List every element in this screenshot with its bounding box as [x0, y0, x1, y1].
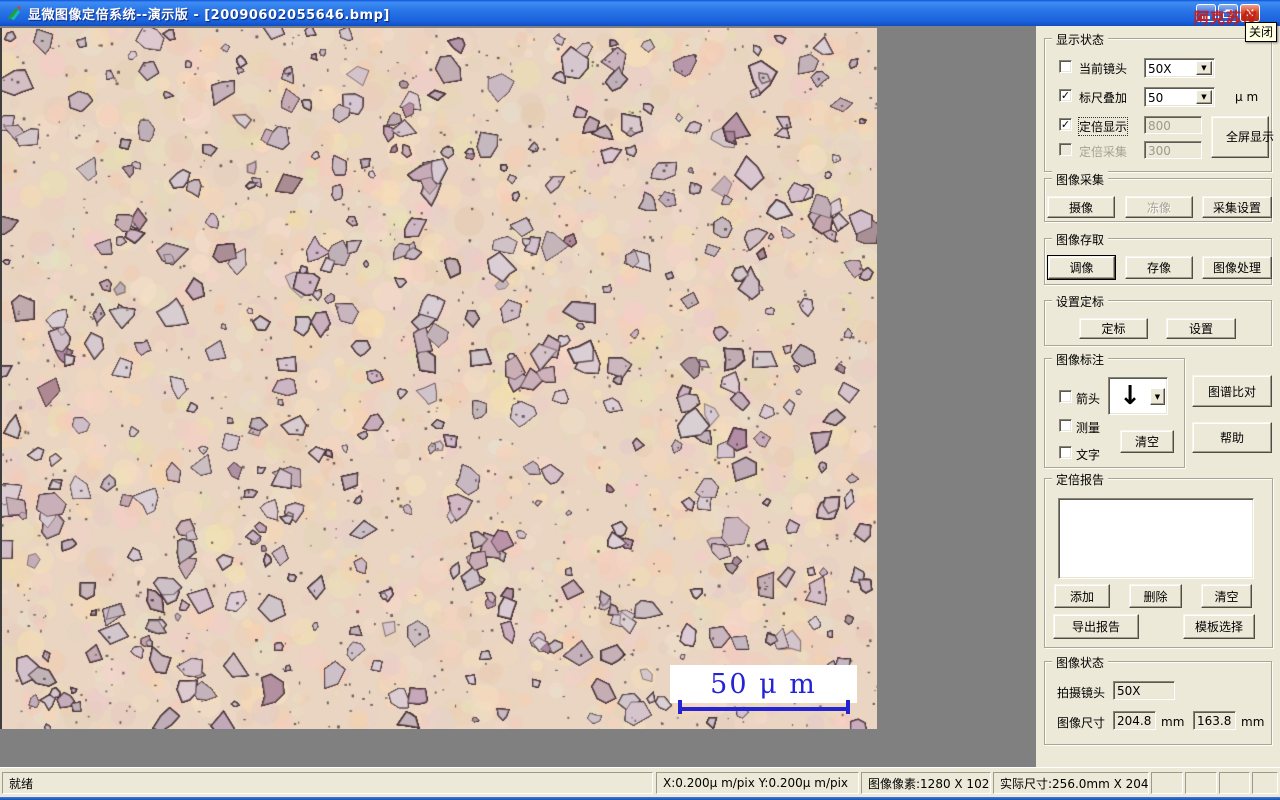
label-ruler-unit: μ m	[1235, 90, 1259, 104]
help-button[interactable]: 帮助	[1192, 422, 1272, 453]
label-fixed-capture: 定倍采集	[1079, 145, 1128, 159]
close-button[interactable]: ✕	[1240, 4, 1260, 22]
status-ready: 就绪	[2, 772, 653, 794]
fullscreen-button[interactable]: 全屏显示	[1211, 116, 1275, 158]
close-icon: ✕	[1244, 6, 1256, 20]
control-panel: 显示状态 当前镜头 50X ✓ 标尺叠加 50 μ m ✓ 定倍显示 800	[1036, 26, 1280, 767]
group-image-status: 图像状态 拍摄镜头 50X 图像尺寸 204.8 mm 163.8 mm	[1044, 654, 1272, 745]
input-fixed-capture: 300	[1144, 141, 1202, 159]
scalebar-line	[678, 707, 850, 711]
checkbox-text[interactable]	[1059, 446, 1072, 459]
atlas-compare-button[interactable]: 图谱比对	[1192, 375, 1272, 407]
report-clear-button[interactable]: 清空	[1201, 584, 1252, 608]
combo-current-lens[interactable]: 50X	[1144, 58, 1215, 78]
group-image-status-title: 图像状态	[1052, 654, 1109, 671]
label-arrow: 箭头	[1076, 392, 1101, 406]
status-pixel-scale: X:0.200μ m/pix Y:0.200μ m/pix	[656, 772, 859, 794]
group-display-status: 显示状态 当前镜头 50X ✓ 标尺叠加 50 μ m ✓ 定倍显示 800	[1044, 31, 1275, 172]
checkbox-measure[interactable]	[1059, 419, 1072, 432]
group-annotation: 图像标注 箭头 测量 文字 ↓ 清空	[1044, 351, 1185, 468]
status-empty-cell	[1252, 772, 1278, 794]
group-image-storage-title: 图像存取	[1052, 231, 1109, 248]
microscope-image[interactable]: 50 μ m	[2, 28, 877, 729]
input-fixed-display: 800	[1144, 116, 1202, 134]
group-image-capture: 图像采集 摄像 冻像 采集设置	[1044, 171, 1272, 222]
status-empty-cell	[1185, 772, 1217, 794]
status-image-pixels: 图像像素:1280 X 1024	[861, 772, 991, 794]
image-processing-button[interactable]: 图像处理	[1202, 256, 1272, 279]
group-report: 定倍报告 添加 删除 清空 导出报告 模板选择	[1044, 471, 1273, 648]
window-title: 显微图像定倍系统--演示版 - [20090602055646.bmp]	[28, 7, 390, 23]
label-capture-lens: 拍摄镜头	[1057, 686, 1106, 700]
client-area: 50 μ m 显示状态 当前镜头 50X ✓ 标尺叠加 50	[0, 26, 1280, 767]
image-width-field: 204.8	[1113, 711, 1156, 730]
capture-settings-button[interactable]: 采集设置	[1202, 196, 1272, 218]
report-add-button[interactable]: 添加	[1054, 584, 1110, 608]
checkbox-arrow[interactable]	[1059, 390, 1072, 403]
settings-button[interactable]: 设置	[1166, 318, 1236, 339]
group-image-storage: 图像存取 调像 存像 图像处理	[1044, 231, 1272, 285]
freeze-button: 冻像	[1125, 196, 1193, 218]
checkbox-current-lens[interactable]	[1059, 60, 1072, 73]
label-measure: 测量	[1076, 421, 1101, 435]
arrow-style-combo[interactable]: ↓	[1108, 377, 1168, 415]
calibrate-button[interactable]: 定标	[1079, 318, 1148, 339]
app-icon	[8, 6, 21, 20]
combo-dropdown-icon[interactable]	[1196, 61, 1212, 75]
checkbox-fixed-display[interactable]: ✓	[1059, 118, 1072, 131]
check-mark: ✓	[1060, 88, 1071, 102]
image-height-field: 163.8	[1193, 711, 1236, 730]
status-actual-size: 实际尺寸:256.0mm X 204.8mm	[993, 772, 1149, 794]
label-fixed-display: 定倍显示	[1077, 117, 1129, 136]
combo-ruler-size[interactable]: 50	[1144, 87, 1215, 107]
micrograph-canvas	[2, 28, 877, 729]
group-report-title: 定倍报告	[1052, 471, 1109, 488]
restore-icon	[1223, 10, 1231, 18]
status-empty-cell	[1219, 772, 1250, 794]
load-image-button[interactable]: 调像	[1047, 255, 1116, 280]
label-current-lens: 当前镜头	[1079, 62, 1128, 76]
scalebar-tick-right	[846, 700, 850, 714]
group-calibration: 设置定标 定标 设置	[1044, 293, 1272, 346]
shoot-button[interactable]: 摄像	[1047, 196, 1115, 218]
image-viewport: 50 μ m	[0, 26, 1036, 767]
combo-dropdown-icon[interactable]	[1196, 90, 1212, 104]
checkbox-fixed-capture	[1059, 143, 1072, 156]
close-tooltip: 关闭	[1245, 22, 1278, 42]
scalebar: 50 μ m	[670, 665, 857, 703]
combo-dropdown-icon[interactable]	[1150, 388, 1165, 405]
status-bar: 就绪 X:0.200μ m/pix Y:0.200μ m/pix 图像像素:12…	[0, 767, 1280, 797]
report-listbox[interactable]	[1058, 498, 1254, 579]
minimize-icon	[1202, 15, 1210, 19]
group-annotation-title: 图像标注	[1052, 351, 1109, 368]
group-calibration-title: 设置定标	[1052, 293, 1109, 310]
save-image-button[interactable]: 存像	[1125, 256, 1193, 279]
label-image-size: 图像尺寸	[1057, 716, 1106, 730]
label-height-unit: mm	[1241, 715, 1265, 729]
restore-button[interactable]	[1218, 4, 1238, 22]
check-mark: ✓	[1060, 117, 1071, 131]
label-ruler-overlay: 标尺叠加	[1079, 91, 1128, 105]
scalebar-label: 50 μ m	[710, 668, 817, 700]
report-delete-button[interactable]: 删除	[1129, 584, 1182, 608]
minimize-button[interactable]	[1196, 4, 1216, 22]
checkbox-ruler-overlay[interactable]: ✓	[1059, 89, 1072, 102]
group-image-capture-title: 图像采集	[1052, 171, 1109, 188]
group-display-status-title: 显示状态	[1052, 31, 1109, 48]
title-bar: 显微图像定倍系统--演示版 - [20090602055646.bmp] ✕	[0, 0, 1280, 26]
scalebar-tick-left	[678, 700, 682, 714]
fullscreen-button-label: 全屏显示	[1226, 129, 1275, 144]
annotation-clear-button[interactable]: 清空	[1120, 430, 1174, 453]
capture-lens-field: 50X	[1113, 681, 1175, 700]
label-text: 文字	[1076, 448, 1101, 462]
status-empty-cell	[1151, 772, 1183, 794]
down-arrow-icon: ↓	[1119, 381, 1141, 411]
label-width-unit: mm	[1161, 715, 1185, 729]
export-report-button[interactable]: 导出报告	[1053, 614, 1139, 639]
template-select-button[interactable]: 模板选择	[1183, 614, 1255, 639]
